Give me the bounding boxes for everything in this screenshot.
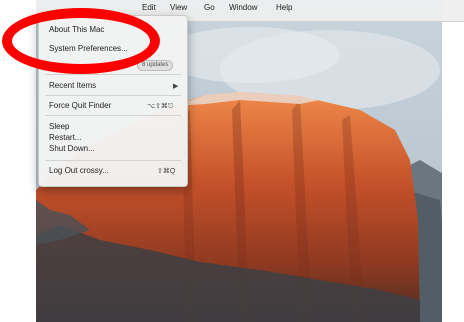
menu-view[interactable]: View <box>170 3 187 12</box>
menu-item-restart[interactable]: Restart... <box>49 133 81 142</box>
menu-item-shut-down[interactable]: Shut Down... <box>49 144 95 153</box>
red-circle-annotation <box>2 8 160 74</box>
force-quit-shortcut: ⌥⇧⌘⎋ <box>147 103 174 110</box>
right-margin <box>442 0 464 322</box>
menu-separator <box>45 95 181 96</box>
menu-item-force-quit[interactable]: Force Quit Finder <box>49 101 111 110</box>
menu-separator <box>45 115 181 116</box>
menu-help[interactable]: Help <box>276 3 292 12</box>
menu-go[interactable]: Go <box>204 3 215 12</box>
menu-edit[interactable]: Edit <box>142 3 156 12</box>
menu-window[interactable]: Window <box>229 3 257 12</box>
menu-item-recent-items[interactable]: Recent Items <box>49 81 96 90</box>
menu-item-log-out[interactable]: Log Out crossy... <box>49 166 109 175</box>
menu-item-sleep[interactable]: Sleep <box>49 122 69 131</box>
desktop-screen: Edit View Go Window Help About This Mac … <box>0 0 464 322</box>
log-out-shortcut: ⇧⌘Q <box>157 168 176 175</box>
menu-separator <box>45 160 181 161</box>
submenu-arrow-icon: ▶ <box>173 83 179 90</box>
menu-separator <box>45 74 181 75</box>
